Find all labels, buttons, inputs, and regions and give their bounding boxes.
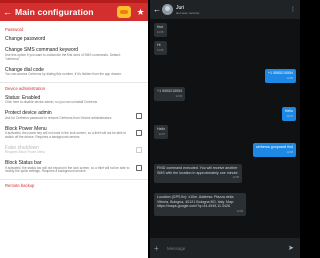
send-icon[interactable]: ➤ (288, 244, 296, 252)
setting-summary: Click here to disable device admin, so y… (5, 100, 98, 105)
message-incoming: FIND command executed. You will receive … (154, 164, 242, 183)
message-outgoing: cerberus gunpowdl find 12:08 (252, 143, 296, 158)
message-time: 12:07 (158, 132, 166, 136)
protect-admin-checkbox[interactable] (136, 112, 142, 119)
arrow-left-icon[interactable]: ← (3, 7, 15, 17)
setting-summary: You can access Cerberus by dialing this … (5, 72, 122, 77)
setting-summary: Use this option if you want to customize… (5, 52, 121, 61)
message-text: Hello (157, 127, 166, 131)
composer-bar: + Message ➤ (150, 238, 300, 258)
message-time: 12:08 (232, 176, 240, 180)
message-time: 12:09 (236, 209, 244, 213)
setting-summary: Ask for Cerberus password to remove Cerb… (5, 115, 112, 120)
plus-icon[interactable]: + (154, 244, 162, 253)
section-header-remote-backup: Remote backup (0, 179, 148, 190)
setting-title: Change password (5, 36, 46, 42)
arrow-left-icon[interactable]: ← (153, 5, 162, 14)
message-outgoing: +1 5555215554 12:06 (264, 69, 296, 84)
section-header-password: Password (5, 27, 24, 32)
contact-info[interactable]: Juri last seen recently (176, 5, 289, 15)
app-bar: ← Main configuration ★ (0, 3, 148, 21)
setting-admin-status[interactable]: Status: Enabled Click here to disable de… (0, 93, 148, 108)
message-text: cerberus gunpowdl find (255, 145, 293, 149)
star-icon[interactable]: ★ (136, 7, 145, 18)
message-time: 12:06 (286, 76, 294, 80)
setting-block-power[interactable]: Block Power Menu If activated, the power… (0, 124, 148, 143)
setting-fake-shutdown: Fake shutdown Requires Block Power Menu (0, 143, 148, 158)
message-time: 12:07 (286, 114, 294, 118)
message-text: +1 5555215554 (157, 89, 183, 93)
message-text: Hi (157, 43, 161, 47)
page-title: Main configuration (15, 7, 94, 17)
avatar[interactable] (162, 4, 173, 15)
chat-header: ← Juri last seen recently ⋮ (150, 0, 300, 19)
message-incoming: Location (GPS fix): ±10m. Address: Piazz… (154, 193, 246, 217)
setting-summary: If activated, the status bar will not ex… (5, 165, 130, 174)
message-outgoing: Hello 12:07 (281, 107, 296, 122)
message-text: Hello (284, 109, 293, 113)
app-logo (117, 6, 131, 18)
message-time: 12:06 (175, 94, 183, 98)
message-text: +1 5555215554 (267, 71, 293, 75)
section-header-device-admin: Device administration (0, 81, 148, 93)
message-incoming: +1 5555215554 12:06 (154, 87, 186, 102)
message-time: 12:08 (286, 150, 294, 154)
setting-change-dial-code[interactable]: Change dial code You can access Cerberus… (0, 65, 148, 80)
message-text: Location (GPS fix): ±10m. Address: Piazz… (157, 195, 234, 209)
fake-shutdown-checkbox (136, 147, 142, 154)
setting-change-password[interactable]: Change password (0, 34, 148, 45)
message-list: find 12:05 Hi 12:05 +1 5555215554 12:06 … (150, 19, 300, 238)
settings-list: Password Change password Change SMS comm… (0, 24, 148, 190)
setting-summary: Requires Block Power Menu (5, 150, 46, 155)
block-power-checkbox[interactable] (136, 130, 142, 137)
chat-screen: ← Juri last seen recently ⋮ find 12:05 H… (150, 0, 300, 258)
message-text: FIND command executed. You will receive … (157, 166, 239, 175)
message-incoming: Hi 12:05 (154, 41, 167, 56)
settings-screen: ← Main configuration ★ Password Change p… (0, 0, 148, 258)
more-vertical-icon[interactable]: ⋮ (289, 6, 297, 13)
message-time: 12:05 (157, 30, 164, 34)
message-time: 12:05 (157, 48, 164, 52)
setting-change-sms-keyword[interactable]: Change SMS command keyword Use this opti… (0, 45, 148, 64)
message-incoming: find 12:05 (154, 23, 167, 38)
message-text: find (157, 25, 163, 29)
setting-protect-admin[interactable]: Protect device admin Ask for Cerberus pa… (0, 108, 148, 123)
setting-block-status-bar[interactable]: Block Status bar If activated, the statu… (0, 158, 148, 177)
contact-status: last seen recently (176, 10, 200, 15)
setting-summary: If activated, the power key will not wor… (5, 130, 127, 139)
message-input[interactable]: Message (162, 246, 288, 251)
message-incoming: Hello 12:07 (154, 125, 169, 140)
block-status-checkbox[interactable] (136, 164, 142, 171)
